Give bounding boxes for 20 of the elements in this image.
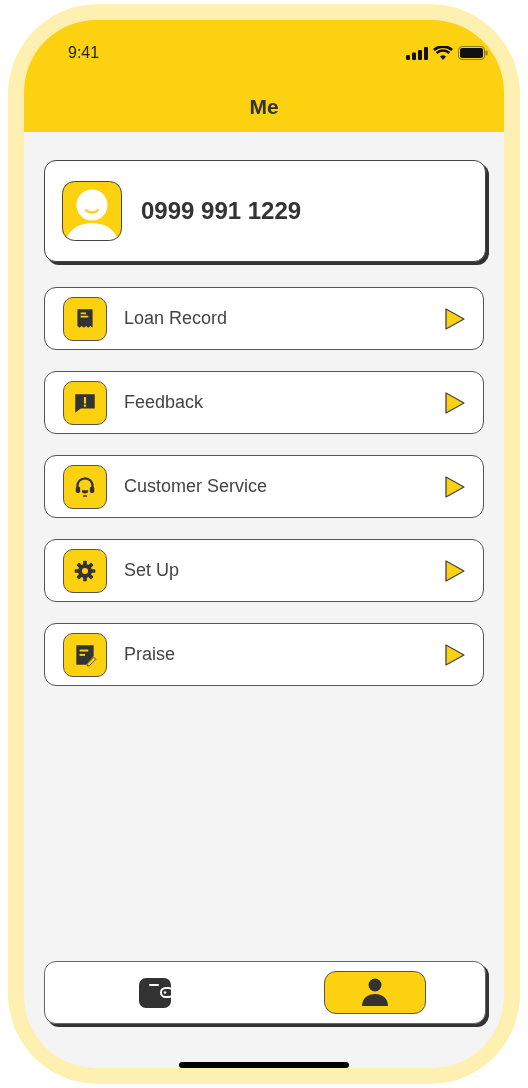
wallet-icon xyxy=(139,977,171,1008)
menu-item[interactable]: Feedback xyxy=(44,371,484,434)
tab-button[interactable] xyxy=(324,971,426,1014)
chevron-right-icon xyxy=(445,559,465,582)
menu-item[interactable]: Customer Service xyxy=(44,455,484,518)
page-title: Me xyxy=(249,94,279,120)
menu-item[interactable]: Loan Record xyxy=(44,287,484,350)
status-time: 9:41 xyxy=(68,43,100,63)
battery-icon xyxy=(458,46,488,60)
phone-number: 0999 991 1229 xyxy=(141,196,302,226)
signal-icon xyxy=(406,46,428,60)
chevron-right-icon xyxy=(445,643,465,666)
menu-item[interactable]: Praise xyxy=(44,623,484,686)
person-icon xyxy=(361,977,389,1008)
menu-item[interactable]: Set Up xyxy=(44,539,484,602)
chevron-right-icon xyxy=(445,475,465,498)
wifi-icon xyxy=(433,46,453,60)
chevron-right-icon xyxy=(445,307,465,330)
avatar-icon xyxy=(62,181,122,241)
chevron-right-icon xyxy=(445,391,465,414)
